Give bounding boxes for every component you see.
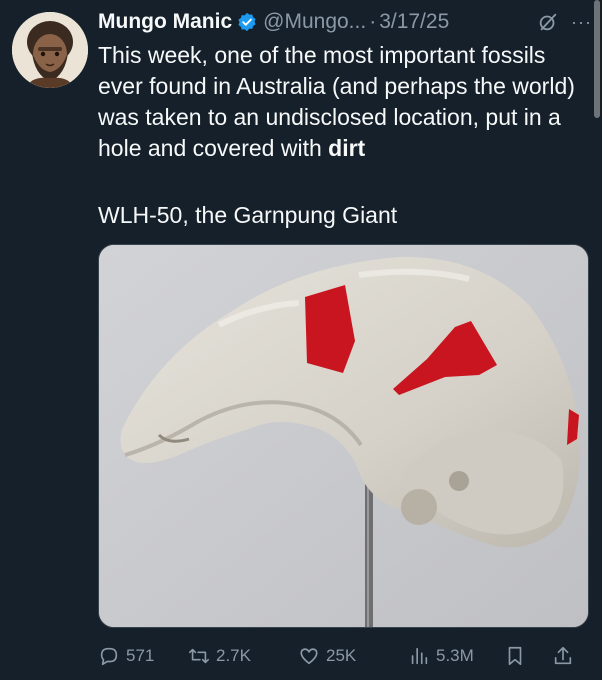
tweet-body: This week, one of the most important fos… [98,40,594,164]
author-name[interactable]: Mungo Manic [98,10,232,34]
tweet-body-bold: dirt [328,135,366,161]
tweet-header: Mungo Manic @Mungo... · 3/17/25 ··· [98,6,592,38]
retweet-button[interactable]: 2.7K [186,645,298,667]
header-separator: · [369,10,377,33]
tweet-caption: WLH-50, the Garnpung Giant [98,202,398,228]
like-button[interactable]: 25K [298,645,408,667]
like-icon [300,648,318,665]
reply-count: 571 [126,646,155,665]
fossil-skull-image [99,245,588,627]
views-button[interactable]: 5.3M [408,645,504,667]
more-icon[interactable]: ··· [571,12,592,33]
grok-icon[interactable] [537,11,559,33]
tweet-actions-bar: 571 2.7K 25K 5.3M [98,636,592,676]
verified-badge-icon [238,12,256,32]
reply-button[interactable]: 571 [98,645,186,667]
bookmark-icon [508,646,522,666]
views-icon [411,647,428,665]
avatar-portrait-image [12,12,88,88]
reply-icon [100,647,118,666]
tweet-date[interactable]: 3/17/25 [379,10,449,34]
scrollbar[interactable] [594,0,600,118]
share-button[interactable] [552,645,582,667]
avatar[interactable] [12,12,88,88]
like-count: 25K [326,646,357,665]
retweet-count: 2.7K [216,646,251,665]
author-handle[interactable]: @Mungo... [263,10,366,34]
share-icon [554,646,572,665]
bookmark-button[interactable] [504,645,552,667]
tweet-media-image[interactable] [98,244,589,628]
views-count: 5.3M [436,646,474,665]
retweet-icon [189,648,209,664]
